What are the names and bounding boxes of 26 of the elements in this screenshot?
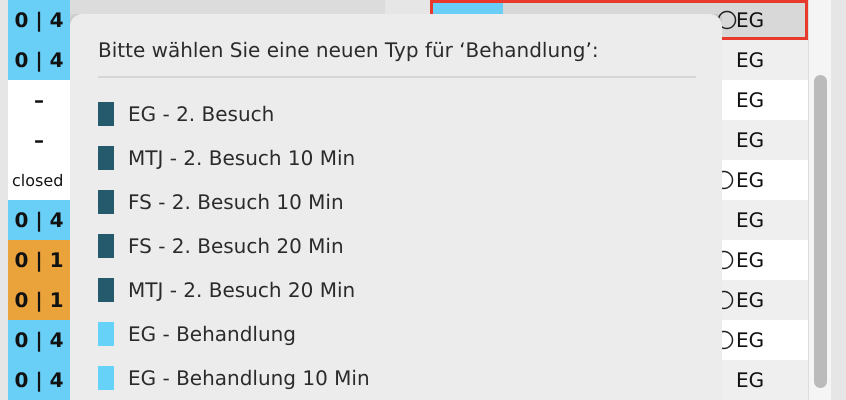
- status-cell: 0 | 1: [8, 280, 70, 320]
- status-cell: 0 | 1: [8, 240, 70, 280]
- type-cell: EG: [736, 328, 764, 352]
- type-option[interactable]: FS - 2. Besuch 10 Min: [128, 190, 344, 214]
- type-cell: EG: [736, 128, 764, 152]
- type-cell: EG: [736, 88, 764, 112]
- type-option[interactable]: FS - 2. Besuch 20 Min: [128, 234, 344, 258]
- popup-title: Bitte wählen Sie eine neuen Typ für ‘Behandlung’:: [98, 37, 600, 64]
- type-cell: EG: [736, 368, 764, 392]
- status-cell: 0 | 4: [8, 40, 70, 80]
- status-cell: 0 | 4: [8, 0, 70, 40]
- type-option[interactable]: MTJ - 2. Besuch 10 Min: [128, 146, 356, 170]
- type-cell: EG: [736, 208, 764, 232]
- status-cell: 0 | 4: [8, 200, 70, 240]
- type-cell: EG: [736, 48, 764, 72]
- status-cell: 0 | 4: [8, 320, 70, 360]
- type-cell: EG: [736, 8, 764, 32]
- type-option[interactable]: EG - Behandlung 10 Min: [128, 366, 370, 390]
- type-cell: EG: [736, 168, 764, 192]
- type-cell: EG: [736, 288, 764, 312]
- type-option[interactable]: MTJ - 2. Besuch 20 Min: [128, 278, 356, 302]
- type-option[interactable]: EG - Behandlung: [128, 322, 296, 346]
- scrollbar-thumb[interactable]: [814, 75, 826, 388]
- type-cell: EG: [736, 248, 764, 272]
- type-option[interactable]: EG - 2. Besuch: [128, 102, 274, 126]
- status-cell: 0 | 4: [8, 360, 70, 400]
